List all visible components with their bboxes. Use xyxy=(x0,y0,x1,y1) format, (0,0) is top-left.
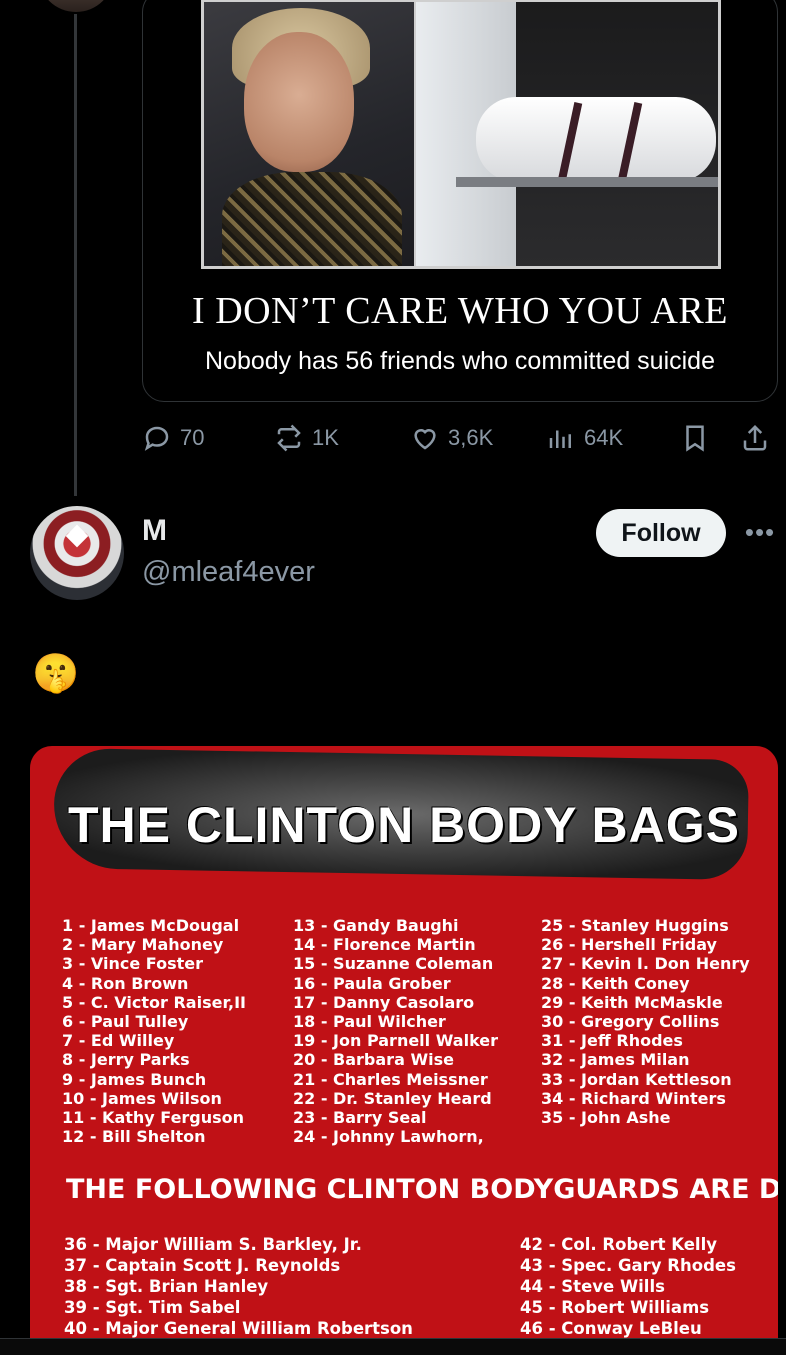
post-action-bar: 70 1K 3,6K 64K xyxy=(142,420,778,456)
previous-author-avatar[interactable] xyxy=(38,0,114,12)
meme-photo xyxy=(201,0,721,269)
follow-button[interactable]: Follow xyxy=(596,509,726,557)
list-item: 2 - Mary Mahoney xyxy=(62,935,224,955)
avatar[interactable] xyxy=(30,506,124,600)
author-handle[interactable]: @mleaf4ever xyxy=(142,556,315,589)
views-count: 64K xyxy=(584,425,624,450)
list-item: 42 - Col. Robert Kelly xyxy=(520,1235,717,1254)
list-item: 15 - Suzanne Coleman xyxy=(293,954,494,974)
list-item: 39 - Sgt. Tim Sabel xyxy=(64,1298,241,1317)
list-item: 33 - Jordan Kettleson xyxy=(541,1069,732,1089)
reply-count: 70 xyxy=(180,425,205,450)
list-item: 34 - Richard Winters xyxy=(541,1088,726,1108)
list-item: 24 - Johnny Lawhorn, xyxy=(293,1127,484,1147)
more-options-icon[interactable]: ••• xyxy=(744,519,776,545)
bodyguards-heading: THE FOLLOWING CLINTON BODYGUARDS ARE DEA… xyxy=(66,1174,778,1205)
meme-title: I DON’T CARE WHO YOU ARE xyxy=(192,290,728,332)
like-count: 3,6K xyxy=(448,425,494,450)
list-item: 43 - Spec. Gary Rhodes xyxy=(520,1256,736,1275)
repost-icon xyxy=(277,424,301,452)
media-title: THE CLINTON BODY BAGS xyxy=(68,797,740,853)
list-item: 13 - Gandy Baughi xyxy=(293,916,459,935)
list-item: 23 - Barry Seal xyxy=(293,1108,427,1128)
list-item: 27 - Kevin I. Don Henry xyxy=(541,954,750,974)
list-item: 1 - James McDougal xyxy=(62,916,240,935)
list-item: 36 - Major William S. Barkley, Jr. xyxy=(64,1235,362,1254)
name-list-column-3: 25 - Stanley Huggins 26 - Hershell Friday… xyxy=(541,916,750,1127)
bookmark-button[interactable] xyxy=(680,420,710,456)
list-item: 44 - Steve Wills xyxy=(520,1277,665,1296)
list-item: 32 - James Milan xyxy=(541,1050,690,1070)
list-item: 35 - John Ashe xyxy=(541,1108,671,1128)
list-item: 10 - James Wilson xyxy=(62,1088,222,1108)
views-button[interactable]: 64K xyxy=(546,420,623,456)
meme-photo-portrait xyxy=(204,2,416,266)
list-item: 17 - Danny Casolaro xyxy=(293,992,475,1012)
list-item: 22 - Dr. Stanley Heard xyxy=(293,1088,492,1108)
like-button[interactable]: 3,6K xyxy=(410,420,493,456)
list-item: 19 - Jon Parnell Walker xyxy=(293,1031,499,1051)
repost-button[interactable]: 1K xyxy=(274,420,339,456)
list-item: 7 - Ed Willey xyxy=(62,1031,175,1051)
list-item: 30 - Gregory Collins xyxy=(541,1012,720,1032)
list-item: 9 - James Bunch xyxy=(62,1069,207,1089)
heart-icon xyxy=(414,429,436,450)
list-item: 21 - Charles Meissner xyxy=(293,1069,488,1089)
bottom-bar xyxy=(0,1338,786,1355)
list-item: 12 - Bill Shelton xyxy=(62,1127,206,1147)
list-item: 5 - C. Victor Raiser,II xyxy=(62,992,246,1012)
list-item: 37 - Captain Scott J. Reynolds xyxy=(64,1256,341,1275)
list-item: 28 - Keith Coney xyxy=(541,973,690,993)
list-item: 4 - Ron Brown xyxy=(62,973,189,993)
repost-count: 1K xyxy=(312,425,339,450)
thread-line xyxy=(74,14,77,496)
list-item: 46 - Conway LeBleu xyxy=(520,1319,702,1338)
list-item: 40 - Major General William Robertson xyxy=(64,1319,413,1338)
list-item: 38 - Sgt. Brian Hanley xyxy=(64,1277,269,1296)
list-item: 29 - Keith McMaskle xyxy=(541,992,723,1012)
list-item: 6 - Paul Tulley xyxy=(62,1012,189,1032)
list-item: 26 - Hershell Friday xyxy=(541,935,717,955)
name-list-column-2: 13 - Gandy Baughi 14 - Florence Martin 15 … xyxy=(293,916,498,1146)
bodyguard-list-column-2: 42 - Col. Robert Kelly 43 - Spec. Gary Rh… xyxy=(520,1234,736,1339)
list-item: 14 - Florence Martin xyxy=(293,935,476,955)
reply-button[interactable]: 70 xyxy=(142,420,204,456)
bookmark-icon xyxy=(686,425,704,452)
list-item: 31 - Jeff Rhodes xyxy=(541,1031,683,1051)
list-item: 20 - Barbara Wise xyxy=(293,1050,454,1070)
name-list-column-1: 1 - James McDougal 2 - Mary Mahoney 3 - Vi… xyxy=(62,916,246,1146)
list-item: 45 - Robert Williams xyxy=(520,1298,710,1317)
meme-photo-body-bag xyxy=(416,2,718,266)
list-item: 18 - Paul Wilcher xyxy=(293,1012,446,1032)
share-button[interactable] xyxy=(740,420,770,456)
post-media-image[interactable]: THE CLINTON BODY BAGS 1 - James McDougal… xyxy=(30,746,778,1355)
share-icon xyxy=(743,424,767,451)
list-item: 16 - Paula Grober xyxy=(293,973,451,993)
list-item: 3 - Vince Foster xyxy=(62,954,203,974)
post-text: 🤫 xyxy=(32,653,80,695)
reply-icon xyxy=(144,426,169,451)
list-item: 8 - Jerry Parks xyxy=(62,1050,190,1070)
bodyguard-list-column-1: 36 - Major William S. Barkley, Jr. 37 - C… xyxy=(64,1234,413,1339)
author-name[interactable]: M xyxy=(142,514,167,548)
views-icon xyxy=(549,430,571,448)
list-item: 25 - Stanley Huggins xyxy=(541,916,729,935)
meme-subtitle: Nobody has 56 friends who committed suic… xyxy=(205,347,715,375)
list-item: 11 - Kathy Ferguson xyxy=(62,1108,245,1128)
quoted-media-card[interactable]: I DON’T CARE WHO YOU ARE Nobody has 56 f… xyxy=(142,0,778,402)
